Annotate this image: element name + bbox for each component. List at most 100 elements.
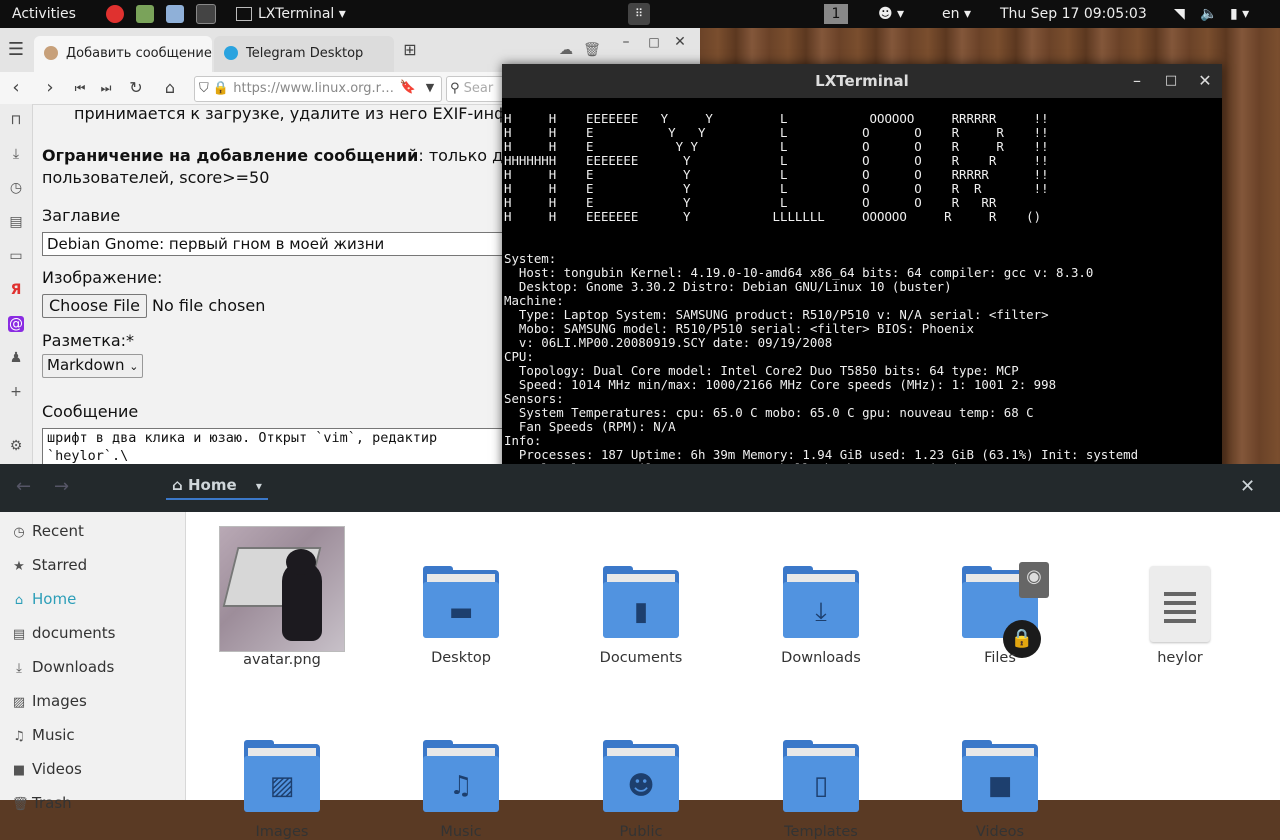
add-panel-icon[interactable]: + bbox=[8, 384, 24, 400]
path-bar-home[interactable]: ⌂ Home ▾ bbox=[166, 476, 268, 500]
templates-folder-icon: ▯ bbox=[783, 740, 859, 812]
bookmark-icon[interactable]: 🔖 bbox=[396, 76, 420, 100]
bookmarks-icon[interactable]: ⊓ bbox=[8, 112, 24, 128]
title-field[interactable]: Debian Gnome: первый гном в моей жизни bbox=[42, 232, 568, 256]
back-icon[interactable]: ← bbox=[16, 476, 31, 497]
user-status-icon[interactable]: ☻ ▾ bbox=[878, 0, 904, 28]
file-item-avatar-png[interactable]: avatar.png bbox=[207, 524, 357, 668]
file-item-label: Documents bbox=[599, 650, 683, 666]
terminal-line: H H E Y L O O R RR bbox=[504, 195, 997, 210]
terminal-line: Host: tongubin Kernel: 4.19.0-10-amd64 x… bbox=[504, 265, 1094, 280]
terminal-title: LXTerminal bbox=[815, 72, 909, 90]
clock[interactable]: Thu Sep 17 09:05:03 bbox=[1000, 0, 1147, 28]
choose-file-button[interactable]: Choose File bbox=[42, 294, 147, 318]
maximize-button[interactable]: □ bbox=[1156, 64, 1186, 98]
message-textarea[interactable]: шрифт в два клика и юзаю. Открыт `vim`, … bbox=[42, 428, 568, 464]
terminal-line: Topology: Dual Core model: Intel Core2 D… bbox=[504, 363, 1019, 378]
battery-icon[interactable]: ▮ ▾ bbox=[1230, 0, 1249, 28]
close-button[interactable]: ✕ bbox=[668, 30, 692, 54]
maximize-button[interactable]: □ bbox=[642, 30, 666, 54]
forward-icon[interactable]: → bbox=[54, 476, 69, 497]
files-icon[interactable] bbox=[166, 0, 184, 28]
app-menu-label: LXTerminal bbox=[258, 6, 335, 22]
file-item-images[interactable]: ▨ Images bbox=[207, 698, 357, 840]
limit-note-line2: пользователей, score>=50 bbox=[42, 168, 270, 187]
url-text: https://www.linux.org.r… bbox=[233, 81, 394, 96]
lock-icon: 🔒 bbox=[212, 81, 230, 96]
chevron-down-icon: ▾ bbox=[338, 6, 346, 22]
browser-side-panel: ⊓ ⤓ ◷ ▤ ▭ Я @ ♟ + ⚙ bbox=[0, 104, 33, 464]
penguin-icon[interactable]: ♟ bbox=[8, 350, 24, 366]
minimize-button[interactable]: – bbox=[614, 30, 638, 54]
image-icon: ▨ bbox=[12, 695, 26, 710]
sidebar-item-home[interactable]: ⌂ Home bbox=[12, 582, 76, 616]
message-label: Сообщение bbox=[42, 402, 139, 421]
terminal-output[interactable]: H H EEEEEEE Y Y L OOOOOO RRRRRR !! H H E … bbox=[504, 112, 1220, 512]
sidebar-item-videos[interactable]: ■ Videos bbox=[12, 752, 82, 786]
minimize-button[interactable]: – bbox=[1122, 64, 1152, 98]
mail-icon[interactable]: @ bbox=[8, 316, 24, 332]
new-tab-button[interactable]: ⊞ bbox=[398, 38, 422, 62]
yandex-icon[interactable]: Я bbox=[8, 282, 24, 298]
volume-icon[interactable]: 🔈 bbox=[1200, 0, 1217, 28]
file-item-videos[interactable]: ■ Videos bbox=[925, 698, 1075, 840]
file-item-documents[interactable]: ▮ Documents bbox=[566, 524, 716, 666]
sidebar-item-downloads[interactable]: ⤓ Downloads bbox=[12, 650, 114, 684]
sidebar-item-music[interactable]: ♫ Music bbox=[12, 718, 75, 752]
menu-icon[interactable]: ☰ bbox=[4, 38, 28, 62]
notes-icon[interactable]: ▤ bbox=[8, 214, 24, 230]
chevron-down-icon[interactable]: ▼ bbox=[418, 76, 442, 100]
terminal-line: H H E Y Y L O O R R !! bbox=[504, 139, 1049, 154]
vivaldi-icon[interactable] bbox=[106, 0, 124, 28]
home-icon[interactable]: ⌂ bbox=[158, 76, 182, 100]
reload-icon[interactable]: ↻ bbox=[124, 76, 148, 100]
markup-select-value: Markdown bbox=[47, 356, 125, 374]
file-item-public[interactable]: ☻ Public bbox=[566, 698, 716, 840]
settings-gear-icon[interactable]: ⚙ bbox=[8, 438, 24, 454]
trash-icon[interactable]: 🗑 bbox=[580, 38, 604, 62]
telegram-favicon-icon bbox=[224, 45, 238, 60]
history-icon[interactable]: ◷ bbox=[8, 180, 24, 196]
terminal-line: HHHHHHH EEEEEEE Y L O O R R !! bbox=[504, 153, 1049, 168]
file-item-templates[interactable]: ▯ Templates bbox=[746, 698, 896, 840]
search-input[interactable]: ⚲ Sear bbox=[446, 76, 508, 102]
rewind-icon[interactable]: ⏮ bbox=[68, 76, 92, 100]
downloads-folder-icon: ⤓ bbox=[783, 566, 859, 638]
sidebar-item-images[interactable]: ▨ Images bbox=[12, 684, 87, 718]
close-button[interactable]: ✕ bbox=[1190, 64, 1220, 98]
downloads-icon[interactable]: ⤓ bbox=[8, 146, 24, 162]
notes-icon[interactable] bbox=[136, 0, 154, 28]
drive-icon: ◉ bbox=[1019, 562, 1049, 598]
tab-add-message[interactable]: Добавить сообщение bbox=[34, 36, 212, 72]
wifi-icon[interactable]: ◥ bbox=[1174, 0, 1185, 28]
close-button[interactable]: ✕ bbox=[1240, 476, 1255, 497]
sidebar-item-documents[interactable]: ▤ documents bbox=[12, 616, 116, 650]
tab-telegram[interactable]: Telegram Desktop bbox=[214, 36, 394, 72]
sidebar-item-trash[interactable]: 🗑 Trash bbox=[12, 786, 72, 820]
terminal-line: Processes: 187 Uptime: 6h 39m Memory: 1.… bbox=[504, 447, 1139, 462]
activities-button[interactable]: Activities bbox=[12, 0, 76, 28]
sidebar-item-recent[interactable]: ◷ Recent bbox=[12, 514, 84, 548]
language-selector[interactable]: en ▾ bbox=[942, 0, 971, 28]
cloud-icon[interactable]: ☁ bbox=[554, 38, 578, 62]
back-icon[interactable]: ‹ bbox=[4, 76, 28, 100]
app-menu[interactable]: LXTerminal ▾ bbox=[236, 0, 346, 28]
sidebar-item-starred[interactable]: ★ Starred bbox=[12, 548, 87, 582]
forward-icon[interactable]: › bbox=[38, 76, 62, 100]
terminal-line: Fan Speeds (RPM): N/A bbox=[504, 419, 676, 434]
terminal-icon[interactable] bbox=[196, 0, 216, 28]
file-item-files[interactable]: 🔒 ◉ Files bbox=[925, 524, 1075, 666]
file-item-desktop[interactable]: ▬ Desktop bbox=[386, 524, 536, 666]
file-item-downloads[interactable]: ⤓ Downloads bbox=[746, 524, 896, 666]
star-icon: ★ bbox=[13, 559, 25, 574]
file-item-music[interactable]: ♫ Music bbox=[386, 698, 536, 840]
sidebar-item-label: Trash bbox=[32, 794, 72, 812]
grid-icon[interactable]: ⠿ bbox=[628, 0, 650, 28]
file-item-heylor[interactable]: heylor bbox=[1105, 524, 1255, 666]
terminal-line: H H E Y Y L O O R R !! bbox=[504, 125, 1049, 140]
workspace-indicator[interactable]: 1 bbox=[824, 0, 848, 28]
fast-forward-icon[interactable]: ⏭ bbox=[94, 76, 118, 100]
window-icon[interactable]: ▭ bbox=[8, 248, 24, 264]
markup-select[interactable]: Markdown ⌄ bbox=[42, 354, 144, 378]
